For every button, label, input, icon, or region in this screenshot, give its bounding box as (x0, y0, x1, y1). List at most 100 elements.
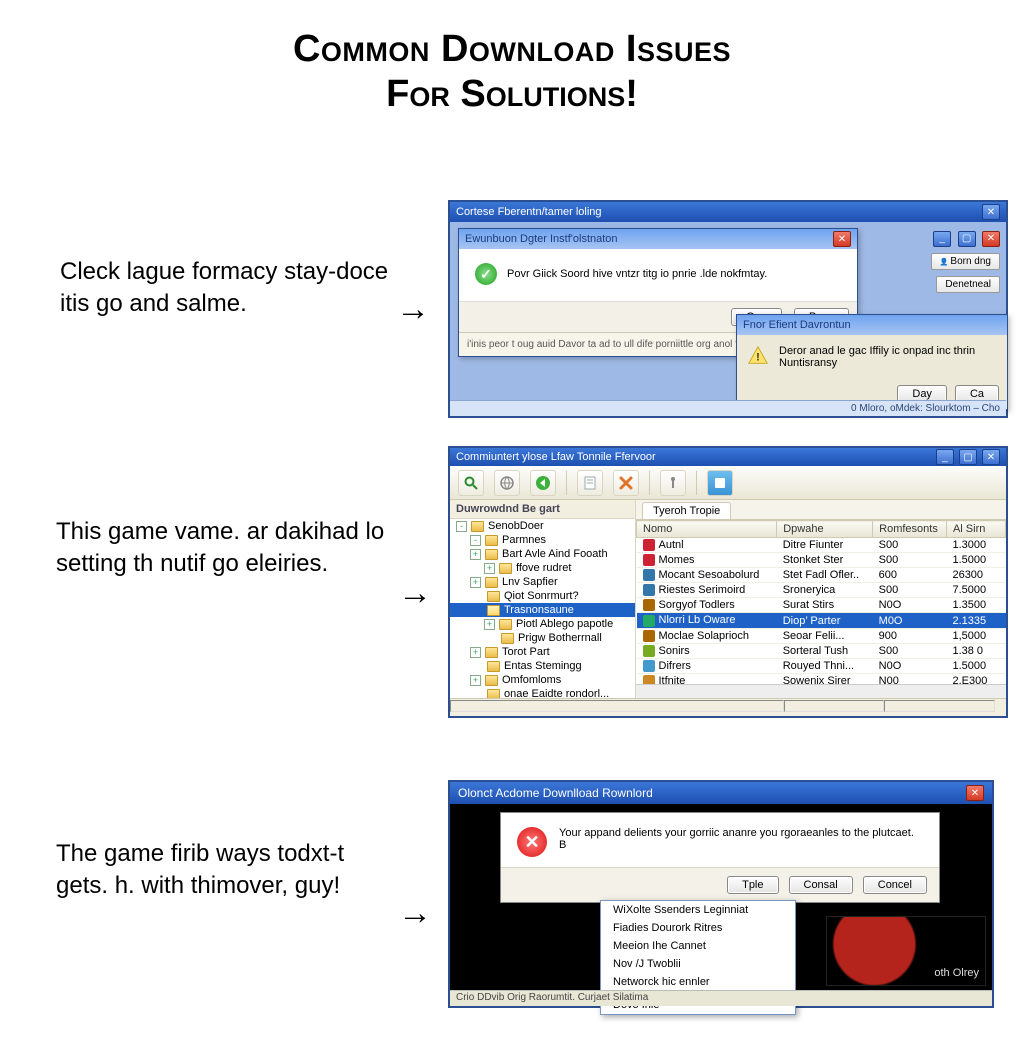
file-manager-title: Commiuntert ylose Lfaw Tonnile Ffervoor (456, 451, 656, 463)
search-icon[interactable] (458, 470, 484, 496)
table-row[interactable]: Sorgyof TodlersSurat StirsN0O1.3500 (637, 598, 1006, 613)
table-cell: Sonirs (637, 643, 777, 658)
table-cell: S00 (873, 553, 947, 568)
column-header[interactable]: Romfesonts (873, 521, 947, 538)
tree-node-label: Entas Stemingg (504, 660, 582, 672)
document-icon[interactable] (577, 470, 603, 496)
menu-item[interactable]: Fiadies Dourork Ritres (601, 919, 795, 937)
tree-node[interactable]: Trasnonsaune (450, 603, 635, 617)
file-manager-window: Commiuntert ylose Lfaw Tonnile Ffervoor … (448, 446, 1008, 718)
menu-item[interactable]: WiXolte Ssenders Leginniat (601, 901, 795, 919)
expand-icon[interactable]: + (470, 675, 481, 686)
back-icon[interactable] (530, 470, 556, 496)
close-icon[interactable]: ✕ (966, 785, 984, 801)
section1-titlebar[interactable]: Cortese Fberentn/tamer loling ✕ (450, 202, 1006, 222)
tree-node-label: Lnv Sapfier (502, 576, 558, 588)
table-row[interactable]: Riestes SerimoirdSroneryicaS007.5000 (637, 583, 1006, 598)
cancel-button[interactable]: Concel (863, 876, 927, 894)
table-cell: Ditre Fiunter (777, 538, 873, 553)
checkmark-icon: ✓ (475, 263, 497, 285)
expand-icon[interactable]: + (470, 549, 481, 560)
file-icon (643, 569, 655, 581)
delete-icon[interactable] (613, 470, 639, 496)
maximize-icon[interactable]: ▢ (959, 449, 977, 465)
table-cell: Stet Fadl Ofler.. (777, 568, 873, 583)
tree-node[interactable]: +Torot Part (450, 645, 635, 659)
table-cell: Mocant Sesoabolurd (637, 568, 777, 583)
tree-node-label: Parmnes (502, 534, 546, 546)
expand-icon[interactable]: + (470, 577, 481, 588)
maximize-icon[interactable]: ▢ (958, 231, 976, 247)
tree-node[interactable]: +ffove rudret (450, 561, 635, 575)
caption-2: This game vame. ar dakihad lo setting th… (56, 516, 396, 581)
file-icon (643, 584, 655, 596)
table-cell: Seoar Felii... (777, 628, 873, 643)
minimize-icon[interactable]: _ (936, 449, 954, 465)
table-cell: 900 (873, 628, 947, 643)
error-titlebar[interactable]: Olonct Acdome Downlload Rownlord ✕ (450, 782, 992, 804)
tree-node[interactable]: - Parmnes (450, 533, 635, 547)
menu-item[interactable]: Meeion Ihe Cannet (601, 937, 795, 955)
table-row[interactable]: Moclae SolapriochSeoar Felii...9001,5000 (637, 628, 1006, 643)
tree-node[interactable]: onae Eaidte rondorl... (450, 687, 635, 698)
tool-icon[interactable] (660, 470, 686, 496)
tree-node[interactable]: +Omfomloms (450, 673, 635, 687)
close-icon[interactable]: ✕ (982, 231, 1000, 247)
tree-node[interactable]: + Bart Avle Aind Fooath (450, 547, 635, 561)
file-manager-titlebar[interactable]: Commiuntert ylose Lfaw Tonnile Ffervoor … (450, 448, 1006, 466)
folder-icon (485, 647, 498, 658)
list-scrollbar[interactable] (636, 684, 1006, 698)
menu-item[interactable]: Nov /J Twoblii (601, 955, 795, 973)
file-icon (643, 630, 655, 642)
table-row[interactable]: DifrersRouyed Thni...N0O1.5000 (637, 658, 1006, 673)
side-button-1[interactable]: 👤 Born dng (931, 253, 1000, 270)
expand-icon[interactable]: + (484, 619, 495, 630)
minimize-icon[interactable]: _ (933, 231, 951, 247)
note-icon[interactable] (707, 470, 733, 496)
error-icon: ✕ (517, 827, 547, 857)
globe-icon[interactable] (494, 470, 520, 496)
table-cell: Diop’ Parter (777, 613, 873, 628)
close-icon[interactable]: ✕ (982, 449, 1000, 465)
expand-icon[interactable]: + (470, 647, 481, 658)
tree-node[interactable]: + Lnv Sapfier (450, 575, 635, 589)
folder-tree[interactable]: Duwrowdnd Be gart -SenobDoer-Parmnes+Bar… (450, 500, 636, 698)
table-row[interactable]: AutnlDitre FiunterS001.3000 (637, 538, 1006, 553)
table-row[interactable]: SonirsSorteral TushS001.38 0 (637, 643, 1006, 658)
column-header[interactable]: Nomo (637, 521, 777, 538)
folder-icon (471, 521, 484, 532)
column-header[interactable]: Dpwahe (777, 521, 873, 538)
file-list[interactable]: Tyeroh Tropie NomoDpwaheRomfesontsAl Sir… (636, 500, 1006, 698)
file-icon (643, 615, 655, 627)
close-icon[interactable]: ✕ (833, 231, 851, 247)
tree-node-label: Prigw Botherrnall (518, 632, 602, 644)
column-header[interactable]: Al Sirn (946, 521, 1005, 538)
side-button-2[interactable]: Denetneal (936, 276, 1000, 293)
table-cell: Sorgyof Todlers (637, 598, 777, 613)
tree-node[interactable]: +Piotl Ablego papotle (450, 617, 635, 631)
menu-item[interactable]: Networck hic ennler (601, 973, 795, 991)
tree-node-label: Bart Avle Aind Fooath (502, 548, 608, 560)
expand-icon[interactable]: - (456, 521, 467, 532)
consal-button[interactable]: Consal (789, 876, 853, 894)
table-cell: 600 (873, 568, 947, 583)
table-cell: Rouyed Thni... (777, 658, 873, 673)
tree-node[interactable]: Prigw Botherrnall (450, 631, 635, 645)
info-dialog-titlebar[interactable]: Ewunbuon Dgter Instf'olstnaton ✕ (459, 229, 857, 249)
expand-icon[interactable]: + (484, 563, 495, 574)
table-row[interactable]: Nlorri Lb OwareDiop’ ParterM0O2.1335 (637, 613, 1006, 628)
folder-icon (485, 549, 498, 560)
close-icon[interactable]: ✕ (982, 204, 1000, 220)
tree-node[interactable]: -SenobDoer (450, 519, 635, 533)
tple-button[interactable]: Tple (727, 876, 778, 894)
tree-node-label: Qiot Sonrmurt? (504, 590, 579, 602)
warning-dialog-titlebar[interactable]: Fnor Efient Davrontun (737, 315, 1007, 335)
tree-node[interactable]: Entas Stemingg (450, 659, 635, 673)
tree-node[interactable]: Qiot Sonrmurt? (450, 589, 635, 603)
expand-icon[interactable]: - (470, 535, 481, 546)
folder-icon (485, 535, 498, 546)
table-cell: Autnl (637, 538, 777, 553)
table-row[interactable]: Mocant SesoabolurdStet Fadl Ofler..60026… (637, 568, 1006, 583)
table-row[interactable]: MomesStonket SterS001.5000 (637, 553, 1006, 568)
list-tab[interactable]: Tyeroh Tropie (642, 502, 731, 519)
